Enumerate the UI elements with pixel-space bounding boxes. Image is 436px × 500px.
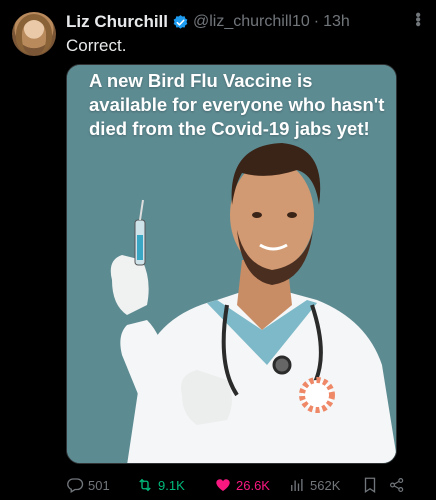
- repost-icon: [139, 478, 151, 492]
- views-count: 562K: [310, 477, 341, 493]
- views-button[interactable]: 562K: [288, 476, 340, 494]
- like-icon: [216, 479, 230, 491]
- action-bar: 501 9.1K 26.6K 562K: [66, 474, 416, 496]
- bookmark-button[interactable]: [361, 476, 379, 494]
- repost-count: 9.1K: [158, 477, 185, 493]
- reply-count: 501: [88, 477, 110, 493]
- share-icon: [390, 478, 404, 492]
- reply-button[interactable]: 501: [66, 476, 110, 494]
- bookmark-icon: [364, 477, 376, 494]
- image-caption-text: A new Bird Flu Vaccine is available for …: [89, 70, 385, 139]
- post-text: Correct.: [66, 36, 127, 55]
- like-button[interactable]: 26.6K: [214, 476, 270, 494]
- reply-icon: [67, 478, 84, 493]
- share-button[interactable]: [388, 476, 406, 494]
- author-name[interactable]: Liz Churchill: [66, 12, 168, 32]
- post-time[interactable]: 13h: [323, 13, 350, 31]
- more-icon[interactable]: •••: [409, 12, 426, 26]
- separator-dot: ·: [313, 13, 320, 30]
- verified-badge-icon: [173, 14, 188, 29]
- post-avatar[interactable]: [12, 12, 56, 56]
- repost-button[interactable]: 9.1K: [136, 476, 185, 494]
- views-icon: [291, 479, 303, 491]
- post-image[interactable]: A new Bird Flu Vaccine is available for …: [66, 64, 397, 464]
- author-handle[interactable]: @liz_churchill10: [193, 13, 310, 31]
- post-header: Liz Churchill @liz_churchill10 · 13h: [66, 10, 426, 34]
- like-count: 26.6K: [236, 477, 270, 493]
